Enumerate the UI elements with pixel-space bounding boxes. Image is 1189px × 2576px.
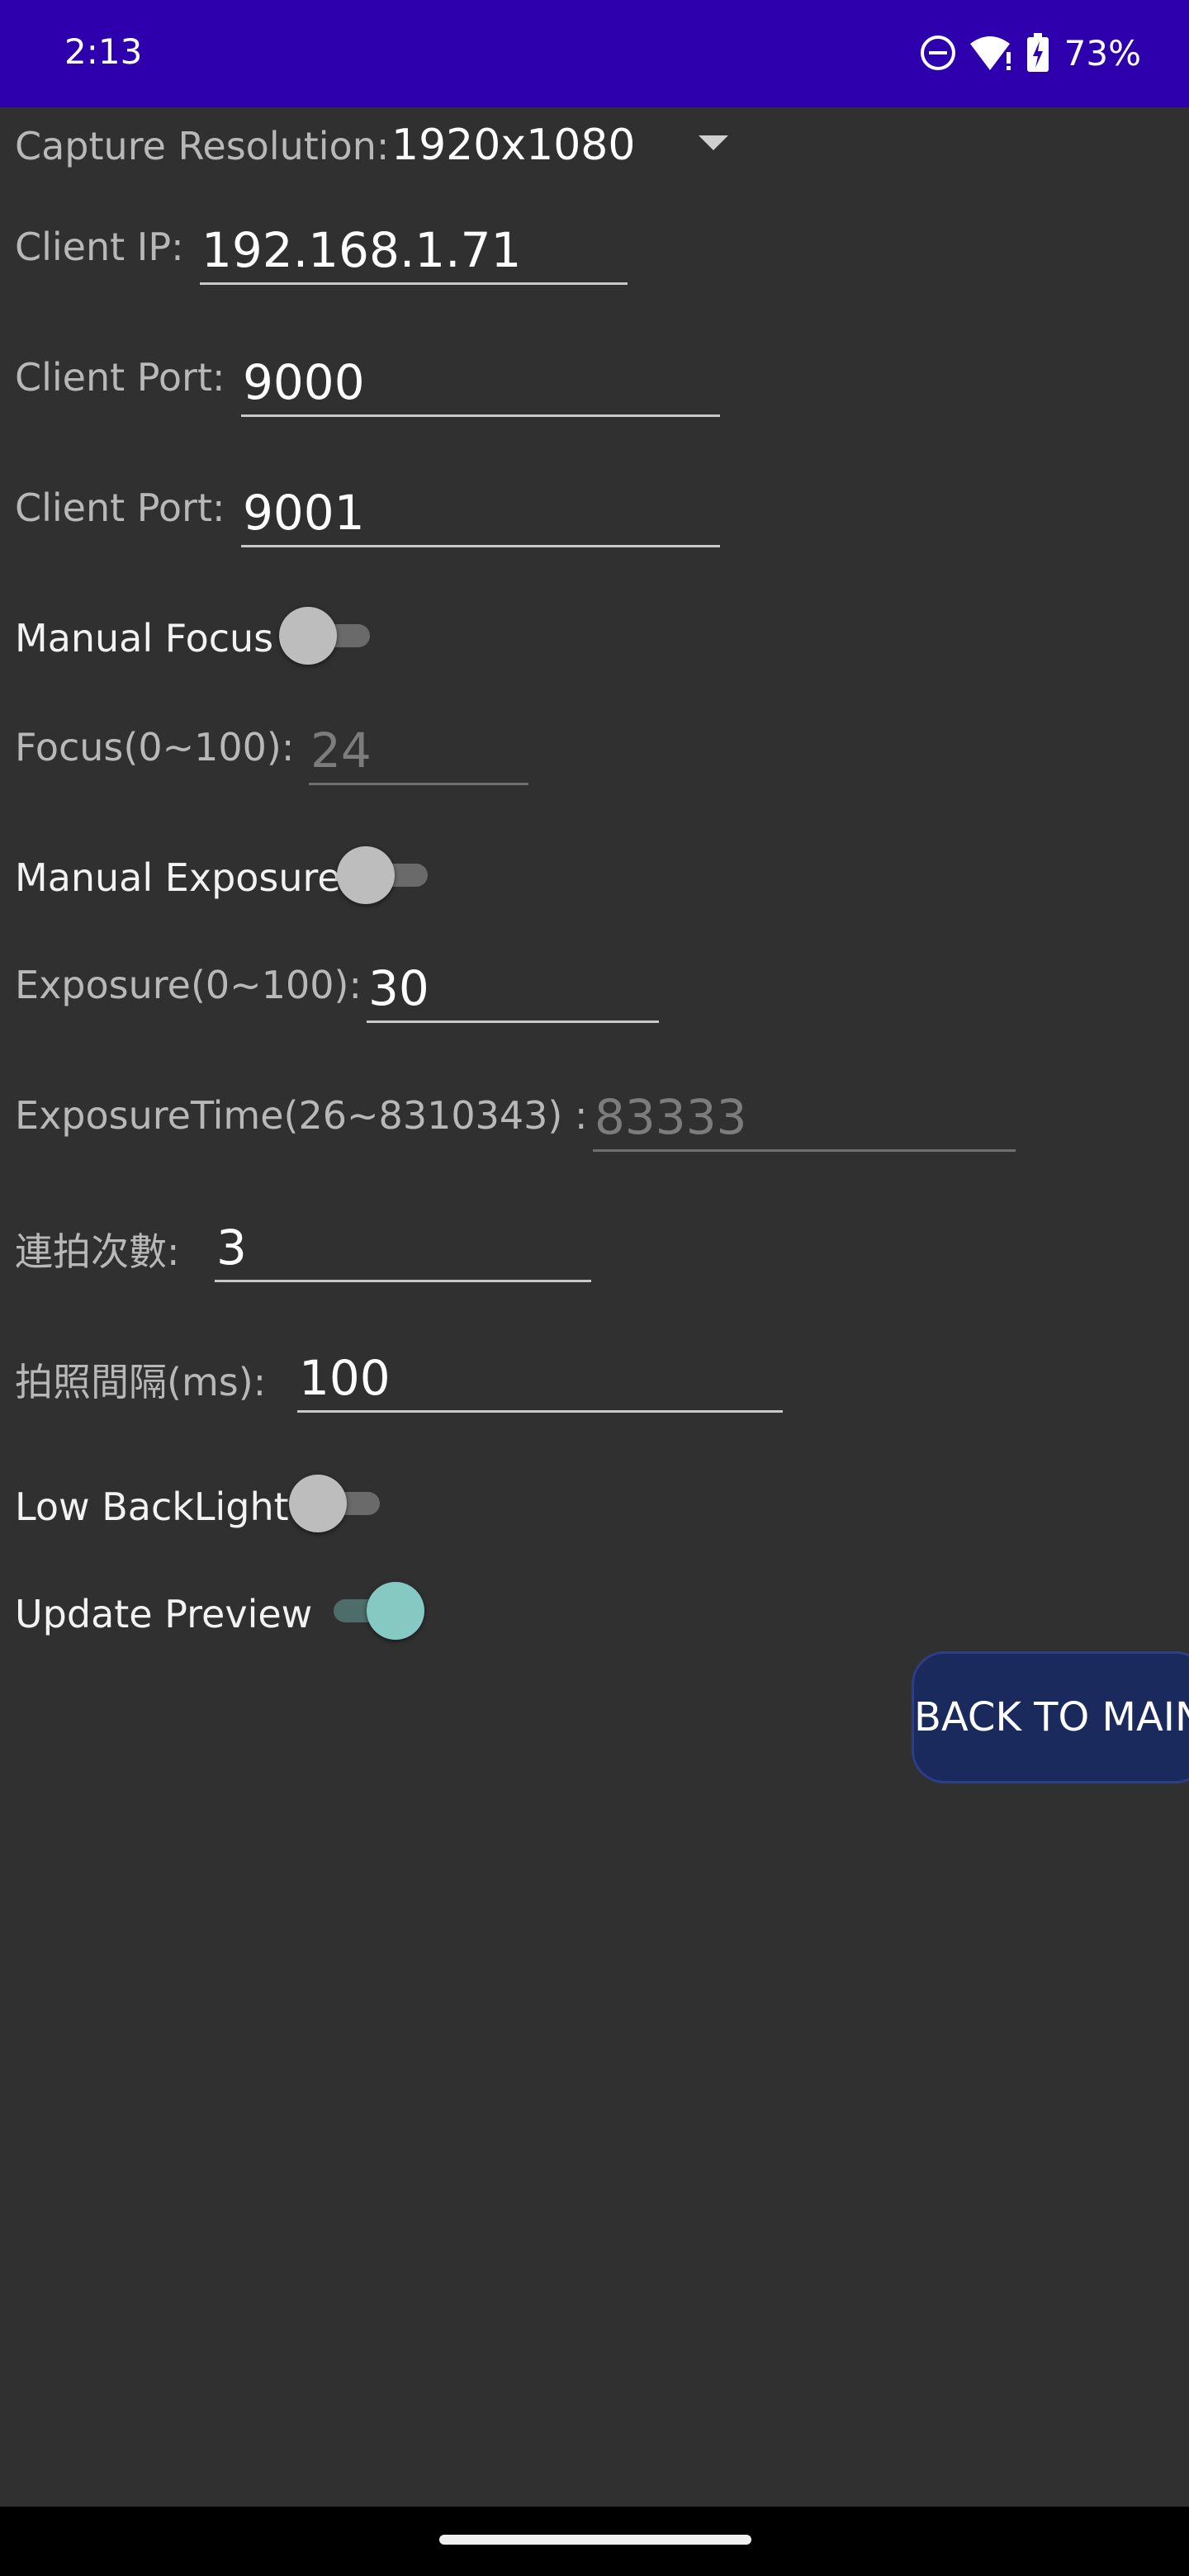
battery-percent: 73% <box>1063 32 1141 73</box>
navigation-bar <box>0 2507 1189 2576</box>
manual-exposure-label: Manual Exposure <box>15 855 341 900</box>
switch-thumb <box>279 607 337 665</box>
burst-count-input[interactable]: 3 <box>215 1214 591 1282</box>
client-port-2-value: 9001 <box>243 485 365 541</box>
client-port-value: 9000 <box>243 354 365 410</box>
client-port-label: Client Port: <box>15 355 225 400</box>
dropdown-arrow-icon[interactable] <box>699 135 728 150</box>
status-time: 2:13 <box>64 31 143 72</box>
home-gesture-handle[interactable] <box>439 2535 751 2545</box>
shot-interval-input[interactable]: 100 <box>297 1344 783 1413</box>
exposure-value: 30 <box>368 960 429 1016</box>
do-not-disturb-icon <box>920 36 955 70</box>
manual-focus-switch[interactable] <box>279 607 378 665</box>
status-icons: 73% <box>919 28 1141 78</box>
exposure-time-label: ExposureTime(26~8310343) : <box>15 1093 588 1138</box>
wifi-icon <box>969 36 1011 70</box>
focus-value: 24 <box>310 722 372 779</box>
switch-thumb <box>367 1582 424 1640</box>
low-backlight-switch[interactable] <box>289 1475 388 1532</box>
back-to-main-button[interactable]: BACK TO MAIN <box>912 1651 1189 1783</box>
client-port-input[interactable]: 9000 <box>241 348 720 417</box>
shot-interval-value: 100 <box>299 1350 391 1406</box>
client-ip-value: 192.168.1.71 <box>201 222 522 278</box>
update-preview-switch[interactable] <box>325 1582 424 1640</box>
capture-resolution-select[interactable]: 1920x1080 <box>391 121 635 170</box>
switch-thumb <box>289 1475 347 1532</box>
manual-focus-label: Manual Focus <box>15 616 274 661</box>
back-to-main-label: BACK TO MAIN <box>914 1694 1189 1740</box>
capture-resolution-label: Capture Resolution: <box>15 124 390 168</box>
battery-charging-icon <box>1026 33 1049 72</box>
client-ip-input[interactable]: 192.168.1.71 <box>200 216 628 285</box>
burst-count-label: 連拍次數: <box>15 1229 180 1274</box>
shot-interval-label: 拍照間隔(ms): <box>15 1360 267 1404</box>
status-bar: 2:13 73% <box>0 0 1189 107</box>
exposure-input[interactable]: 30 <box>367 954 659 1023</box>
low-backlight-label: Low BackLight <box>15 1485 289 1529</box>
manual-exposure-switch[interactable] <box>337 846 436 904</box>
exposure-label: Exposure(0~100): <box>15 963 362 1007</box>
switch-thumb <box>337 846 395 904</box>
client-port-2-input[interactable]: 9001 <box>241 479 720 547</box>
exposure-time-value: 83333 <box>594 1089 747 1145</box>
update-preview-label: Update Preview <box>15 1592 313 1636</box>
client-ip-label: Client IP: <box>15 225 184 269</box>
exposure-time-input[interactable]: 83333 <box>593 1083 1016 1152</box>
client-port-2-label: Client Port: <box>15 485 225 530</box>
burst-count-value: 3 <box>216 1219 247 1276</box>
focus-label: Focus(0~100): <box>15 725 295 769</box>
focus-input[interactable]: 24 <box>309 717 528 785</box>
